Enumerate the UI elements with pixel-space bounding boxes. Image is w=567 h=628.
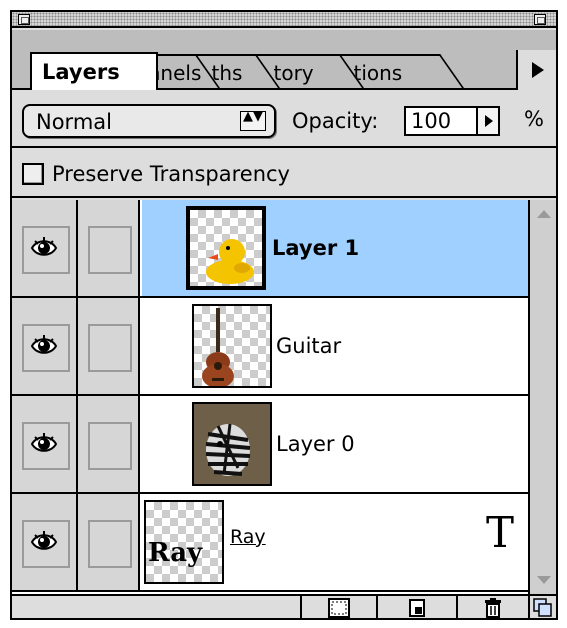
palette-title-bar[interactable] — [12, 12, 556, 28]
layer-content[interactable]: Layer 1 — [142, 200, 528, 296]
opacity-label: Opacity: — [292, 109, 379, 133]
eye-icon — [31, 531, 57, 550]
layers-list: Layer 1 Guitar Layer 0 Ray Ray T — [12, 200, 528, 594]
layer-link-cell[interactable] — [78, 298, 140, 394]
layer-row-ray[interactable]: Ray Ray T — [12, 494, 528, 592]
layers-palette: tions tory ths annels Layers Normal ▲▼ O… — [10, 10, 558, 620]
add-layer-mask-button[interactable] — [300, 596, 376, 618]
eye-icon — [31, 237, 57, 256]
layer-link-cell[interactable] — [78, 396, 140, 492]
type-layer-thumb-text: Ray — [148, 538, 203, 568]
layer-content[interactable]: Layer 0 — [142, 396, 528, 492]
visibility-toggle[interactable] — [12, 396, 78, 492]
palette-bottom-bar — [12, 594, 556, 618]
layer-thumbnail — [186, 206, 266, 290]
new-layer-icon — [409, 599, 425, 617]
tab-layers[interactable]: Layers — [30, 52, 158, 90]
resize-icon — [533, 598, 552, 617]
palette-menu-icon[interactable] — [516, 50, 556, 90]
eye-icon — [31, 433, 57, 452]
layer-content[interactable]: Guitar — [142, 298, 528, 394]
zebra-icon — [194, 404, 270, 484]
new-layer-button[interactable] — [376, 596, 456, 618]
layer-name[interactable]: Guitar — [276, 334, 341, 358]
percent-label: % — [524, 107, 544, 131]
scroll-down-arrow-icon[interactable] — [537, 576, 551, 584]
guitar-icon — [202, 308, 234, 386]
opacity-slider-button[interactable] — [476, 106, 500, 136]
visibility-toggle[interactable] — [12, 494, 78, 590]
visibility-toggle[interactable] — [12, 298, 78, 394]
layer-row-layer-0[interactable]: Layer 0 — [12, 396, 528, 494]
layer-row-guitar[interactable]: Guitar — [12, 298, 528, 396]
type-layer-icon: T — [485, 508, 514, 557]
scroll-up-arrow-icon[interactable] — [537, 210, 551, 218]
blend-mode-value: Normal — [36, 110, 112, 134]
delete-layer-button[interactable] — [456, 596, 528, 618]
eye-icon — [31, 335, 57, 354]
layer-mask-icon — [328, 598, 350, 618]
preserve-transparency-row: Preserve Transparency — [12, 150, 556, 198]
layer-link-cell[interactable] — [78, 200, 188, 296]
layer-row-layer-1[interactable]: Layer 1 — [12, 200, 528, 298]
layer-content[interactable]: Ray Ray T — [140, 494, 526, 590]
preserve-transparency-checkbox[interactable] — [22, 163, 44, 185]
visibility-toggle[interactable] — [12, 200, 78, 296]
preserve-transparency-label[interactable]: Preserve Transparency — [52, 162, 290, 186]
layer-thumbnail: Ray — [144, 500, 224, 584]
select-arrows-icon: ▲▼ — [240, 110, 266, 131]
close-box-icon[interactable] — [18, 14, 30, 25]
palette-tabs: tions tory ths annels Layers — [12, 30, 556, 90]
layer-link-cell[interactable] — [78, 494, 140, 590]
trash-icon — [485, 598, 501, 618]
layers-scrollbar[interactable] — [528, 200, 556, 594]
blend-mode-select[interactable]: Normal ▲▼ — [22, 104, 276, 138]
layer-thumbnail — [192, 402, 272, 486]
layer-thumbnail — [192, 304, 272, 388]
layer-name[interactable]: Ray — [230, 526, 266, 548]
blend-options-row: Normal ▲▼ Opacity: 100 % — [12, 92, 556, 148]
zoom-box-icon[interactable] — [534, 14, 546, 25]
rubber-duck-icon — [206, 239, 254, 284]
resize-box[interactable] — [528, 596, 556, 618]
layer-name[interactable]: Layer 1 — [272, 236, 359, 260]
layer-name[interactable]: Layer 0 — [276, 432, 355, 456]
